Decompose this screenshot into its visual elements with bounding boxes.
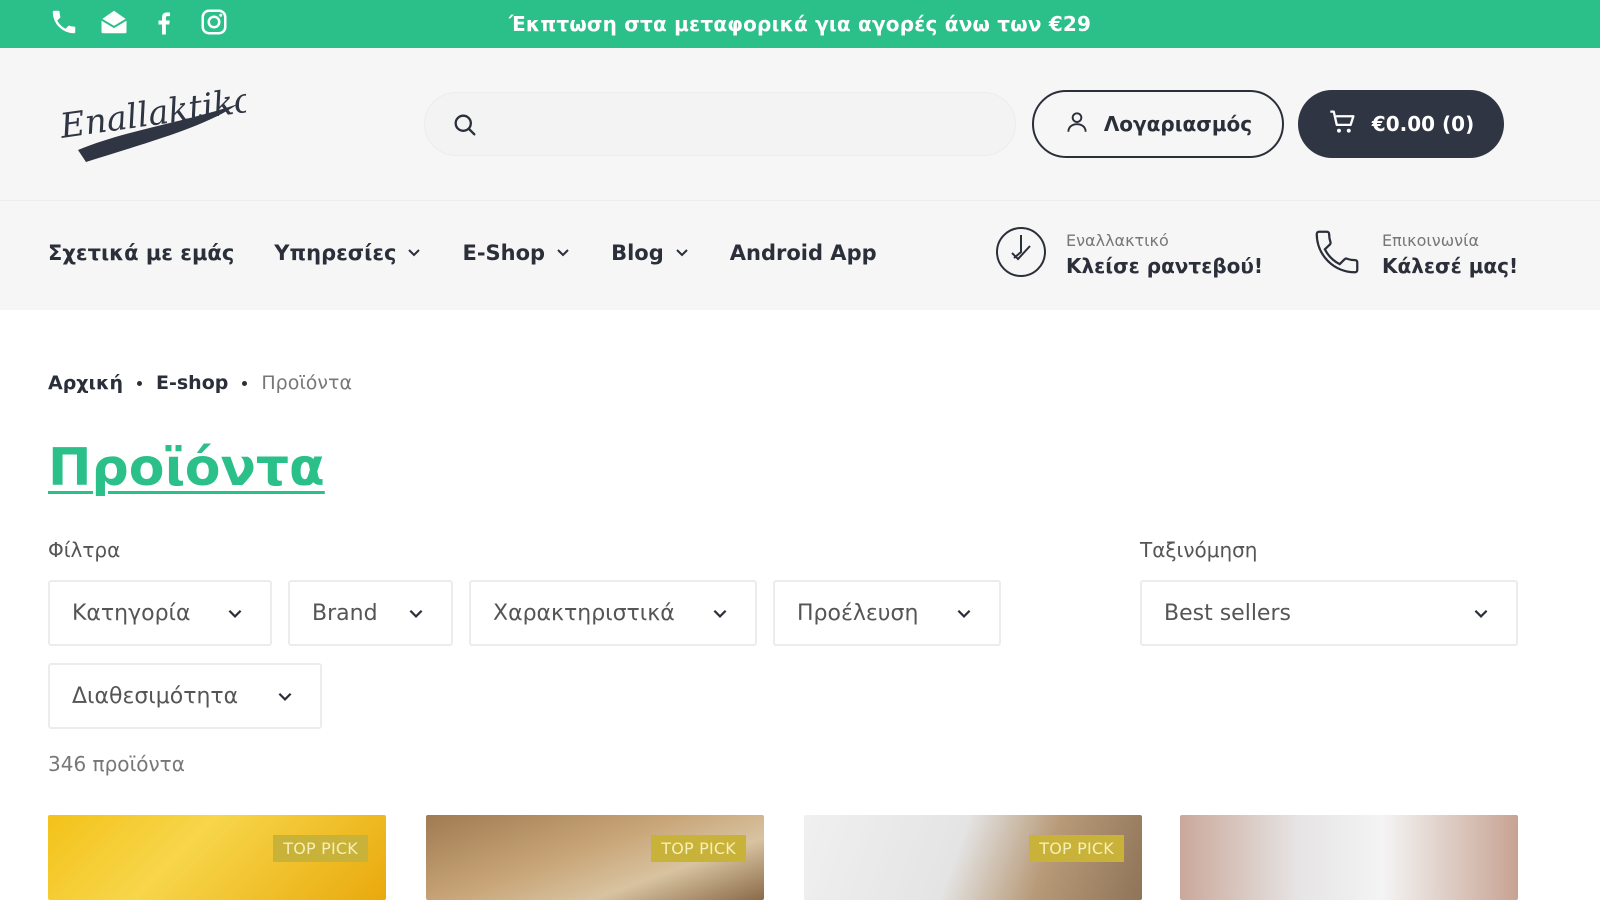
product-card[interactable]: TOP PICK	[426, 815, 764, 900]
nav-item-about[interactable]: Σχετικά με εμάς	[48, 241, 234, 265]
chevron-down-icon	[1472, 604, 1490, 622]
top-pick-badge: TOP PICK	[273, 835, 368, 862]
booking-cta-subtitle: Εναλλακτικό	[1066, 230, 1169, 250]
filter-category[interactable]: Κατηγορία	[48, 580, 272, 646]
nav-item-label: E-Shop	[462, 241, 546, 265]
breadcrumb: Αρχική E-shop Προϊόντα	[48, 372, 352, 394]
main-nav: Σχετικά με εμάς Υπηρεσίες E-Shop Blog An…	[0, 200, 1600, 310]
nav-item-label: Android App	[729, 241, 877, 265]
chevron-down-icon	[674, 241, 690, 265]
product-grid: TOP PICK TOP PICK TOP PICK	[48, 815, 1518, 900]
filter-label: Κατηγορία	[72, 600, 191, 626]
filter-origin[interactable]: Προέλευση	[773, 580, 1001, 646]
breadcrumb-current: Προϊόντα	[261, 372, 352, 394]
breadcrumb-eshop[interactable]: E-shop	[156, 372, 228, 394]
account-button[interactable]: Λογαριασμός	[1032, 90, 1284, 158]
chevron-down-icon	[955, 604, 973, 622]
product-card[interactable]: TOP PICK	[804, 815, 1142, 900]
search-icon	[451, 111, 479, 143]
breadcrumb-separator	[242, 380, 248, 386]
cart-button[interactable]: €0.00 (0)	[1298, 90, 1504, 158]
filter-features[interactable]: Χαρακτηριστικά	[469, 580, 757, 646]
call-cta[interactable]: Επικοινωνία Κάλεσέ μας!	[1310, 225, 1518, 283]
filter-label: Διαθεσιμότητα	[72, 683, 239, 709]
chevron-down-icon	[226, 604, 244, 622]
product-card[interactable]	[1180, 815, 1518, 900]
promo-text: Έκπτωση στα μεταφορικά για αγορές άνω τω…	[508, 12, 1092, 36]
booking-cta-title: Κλείσε ραντεβού!	[1066, 253, 1264, 278]
clock-check-icon	[994, 225, 1048, 283]
filter-availability[interactable]: Διαθεσιμότητα	[48, 663, 322, 729]
nav-item-android-app[interactable]: Android App	[730, 241, 877, 265]
nav-item-eshop[interactable]: E-Shop	[462, 241, 571, 265]
product-card[interactable]: TOP PICK	[48, 815, 386, 900]
breadcrumb-home[interactable]: Αρχική	[48, 372, 123, 394]
nav-item-label: Blog	[611, 241, 664, 265]
nav-item-label: Υπηρεσίες	[274, 241, 397, 265]
breadcrumb-separator	[137, 380, 142, 386]
phone-outline-icon	[1310, 225, 1364, 283]
chevron-down-icon	[407, 604, 425, 622]
booking-cta[interactable]: Εναλλακτικό Κλείσε ραντεβού!	[994, 225, 1263, 283]
account-label: Λογαριασμός	[1103, 112, 1253, 136]
search-input[interactable]	[495, 107, 995, 141]
chevron-down-icon	[406, 241, 422, 265]
user-icon	[1064, 109, 1090, 140]
search-bar[interactable]	[424, 92, 1016, 156]
call-cta-title: Κάλεσέ μας!	[1382, 253, 1519, 278]
site-header: Enallaktiko Λογαριασμός €0.00 (0)	[0, 48, 1600, 200]
promo-bar: Έκπτωση στα μεταφορικά για αγορές άνω τω…	[0, 0, 1600, 48]
chevron-down-icon	[711, 604, 729, 622]
sort-label: Ταξινόμηση	[1140, 538, 1258, 562]
nav-item-label: Σχετικά με εμάς	[48, 241, 235, 265]
filter-label: Προέλευση	[797, 600, 919, 626]
chevron-down-icon	[555, 241, 571, 265]
filter-label: Brand	[312, 600, 378, 626]
cart-total: €0.00 (0)	[1371, 112, 1475, 136]
nav-items: Σχετικά με εμάς Υπηρεσίες E-Shop Blog An…	[48, 241, 877, 265]
call-cta-subtitle: Επικοινωνία	[1382, 230, 1480, 250]
nav-item-services[interactable]: Υπηρεσίες	[274, 241, 422, 265]
nav-item-blog[interactable]: Blog	[611, 241, 690, 265]
filter-label: Χαρακτηριστικά	[493, 600, 675, 626]
cart-icon	[1328, 108, 1358, 141]
product-count: 346 προϊόντα	[48, 752, 185, 776]
top-pick-badge: TOP PICK	[651, 835, 746, 862]
filters-label: Φίλτρα	[48, 538, 121, 562]
sort-select[interactable]: Best sellers	[1140, 580, 1518, 646]
site-logo[interactable]: Enallaktiko	[56, 78, 257, 168]
sort-selected-value: Best sellers	[1164, 600, 1291, 626]
chevron-down-icon	[276, 687, 294, 705]
page-title[interactable]: Προϊόντα	[48, 438, 325, 498]
top-pick-badge: TOP PICK	[1029, 835, 1124, 862]
filter-brand[interactable]: Brand	[288, 580, 453, 646]
